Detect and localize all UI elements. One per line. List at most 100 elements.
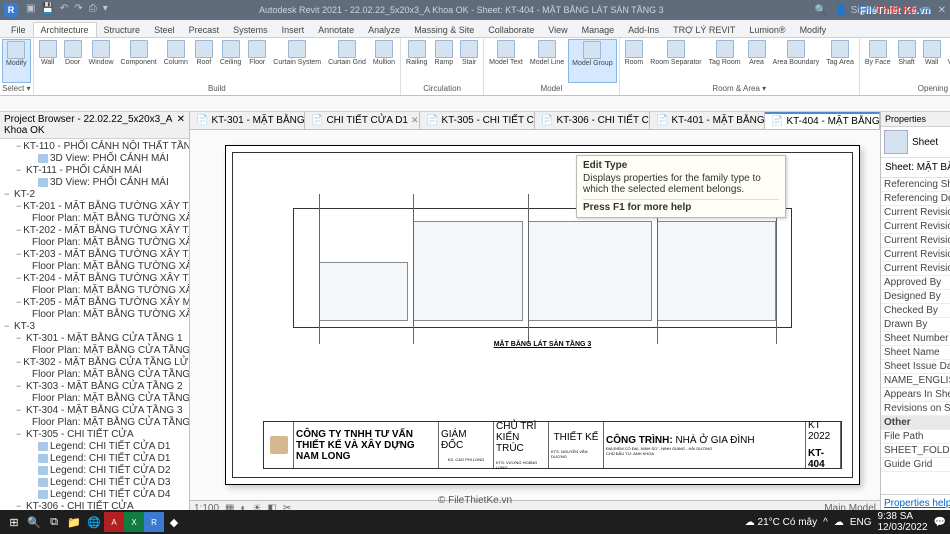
- clock[interactable]: 9:38 SA12/03/2022: [877, 511, 927, 533]
- tool-ceiling[interactable]: Ceiling: [217, 39, 244, 83]
- tool-door[interactable]: Door: [61, 39, 85, 83]
- property-row[interactable]: Guide Grid: [881, 458, 950, 472]
- ribbon-tab-annotate[interactable]: Annotate: [311, 23, 361, 37]
- property-row[interactable]: Revisions on Sh...Edit...: [881, 402, 950, 416]
- ribbon-tab-massingsite[interactable]: Massing & Site: [407, 23, 481, 37]
- ribbon-tab-analyze[interactable]: Analyze: [361, 23, 407, 37]
- property-row[interactable]: File PathG:\My Drive\4.0 ...: [881, 430, 950, 444]
- app-icon-2[interactable]: ◆: [164, 512, 184, 532]
- tree-node[interactable]: −KT-110 - PHỐI CẢNH NỘI THẤT TẦNG 3: [0, 140, 189, 152]
- tree-node[interactable]: −KT-203 - MẶT BẰNG TƯỜNG XÂY TẦNG 2: [0, 248, 189, 260]
- ribbon-tab-addins[interactable]: Add-Ins: [621, 23, 666, 37]
- ribbon-tab-trlrevit[interactable]: TRỢ LÝ REVIT: [666, 23, 742, 37]
- tree-node[interactable]: −KT-205 - MẶT BẰNG TƯỜNG XÂY MÁI: [0, 296, 189, 308]
- property-row[interactable]: Referencing Det...: [881, 192, 950, 206]
- explorer-icon[interactable]: 📁: [64, 512, 84, 532]
- property-row[interactable]: Designed ByDesigner: [881, 290, 950, 304]
- property-row[interactable]: NAME_ENGLISH: [881, 374, 950, 388]
- tree-node[interactable]: Legend: CHI TIẾT CỬA D1: [0, 440, 189, 452]
- project-tree[interactable]: −KT-110 - PHỐI CẢNH NỘI THẤT TẦNG 3 3D Vi…: [0, 139, 189, 516]
- ribbon-tab-structure[interactable]: Structure: [97, 23, 148, 37]
- tool-stair[interactable]: Stair: [457, 39, 481, 83]
- tree-node[interactable]: Legend: CHI TIẾT CỬA D3: [0, 476, 189, 488]
- doc-tab[interactable]: 📄CHI TIẾT CỬA D1✕: [305, 112, 420, 129]
- search-taskbar-icon[interactable]: 🔍: [24, 512, 44, 532]
- tree-node[interactable]: −KT-111 - PHỐI CẢNH MÁI: [0, 164, 189, 176]
- task-view-icon[interactable]: ⧉: [44, 512, 64, 532]
- tool-model-line[interactable]: Model Line: [527, 39, 567, 83]
- property-row[interactable]: Appears In She...☑: [881, 388, 950, 402]
- start-button[interactable]: ⊞: [4, 512, 24, 532]
- tool-vertical[interactable]: Vertical: [945, 39, 950, 83]
- tray-chevron-icon[interactable]: ^: [823, 517, 828, 528]
- chrome-icon[interactable]: 🌐: [84, 512, 104, 532]
- property-row[interactable]: Sheet NameMẶT BẰNG LÁT...: [881, 346, 950, 360]
- tree-node[interactable]: Floor Plan: MẶT BẰNG CỬA TẦNG 1: [0, 344, 189, 356]
- ribbon-tab-view[interactable]: View: [541, 23, 574, 37]
- tool-floor[interactable]: Floor: [245, 39, 269, 83]
- tool-tag-area[interactable]: Tag Area: [823, 39, 857, 83]
- excel-icon[interactable]: X: [124, 512, 144, 532]
- tree-node[interactable]: −KT-204 - MẶT BẰNG TƯỜNG XÂY TẦNG 3: [0, 272, 189, 284]
- property-row[interactable]: Referencing Sh...: [881, 178, 950, 192]
- notifications-icon[interactable]: 💬: [934, 517, 946, 528]
- tree-node[interactable]: Floor Plan: MẶT BẰNG TƯỜNG XÂY TẦNG LỬNG: [0, 236, 189, 248]
- tool-railing[interactable]: Railing: [403, 39, 430, 83]
- lang-indicator[interactable]: ENG: [850, 517, 872, 528]
- tool-mullion[interactable]: Mullion: [370, 39, 398, 83]
- weather-widget[interactable]: ☁ 21°C Có mây: [745, 517, 817, 528]
- tree-node[interactable]: Floor Plan: MẶT BẰNG CỬA TẦNG LỬNG: [0, 368, 189, 380]
- tree-node[interactable]: Floor Plan: MẶT BẰNG CỬA TẦNG 3: [0, 416, 189, 428]
- qat-redo-icon[interactable]: ↷: [74, 3, 82, 17]
- tree-node[interactable]: −KT-3: [0, 320, 189, 332]
- ribbon-tab-collaborate[interactable]: Collaborate: [481, 23, 541, 37]
- ribbon-tab-insert[interactable]: Insert: [275, 23, 312, 37]
- search-icon[interactable]: 🔍: [815, 5, 827, 16]
- ribbon-tab-steel[interactable]: Steel: [147, 23, 182, 37]
- tool-tag-room[interactable]: Tag Room: [706, 39, 744, 83]
- tree-node[interactable]: 3D View: PHỐI CẢNH MÁI: [0, 176, 189, 188]
- tool-modify[interactable]: Modify: [2, 39, 31, 83]
- ribbon-tab-systems[interactable]: Systems: [226, 23, 275, 37]
- ribbon-tab-precast[interactable]: Precast: [182, 23, 227, 37]
- doc-tab[interactable]: 📄KT-305 - CHI TIẾT CỬA✕: [420, 112, 535, 129]
- tool-model-text[interactable]: Model Text: [486, 39, 526, 83]
- tool-wall[interactable]: Wall: [920, 39, 944, 83]
- tool-shaft[interactable]: Shaft: [895, 39, 919, 83]
- ribbon-tab-architecture[interactable]: Architecture: [33, 22, 97, 37]
- tool-curtain-grid[interactable]: Curtain Grid: [325, 39, 369, 83]
- windows-taskbar[interactable]: ⊞ 🔍 ⧉ 📁 🌐 A X R ◆ ☁ 21°C Có mây ^ ☁ ENG …: [0, 510, 950, 534]
- doc-tab[interactable]: 📄KT-401 - MẶT BẰNG LÁT SÀN TẦ...✕: [650, 112, 765, 129]
- property-row[interactable]: Drawn ByAuthor: [881, 318, 950, 332]
- autocad-icon[interactable]: A: [104, 512, 124, 532]
- tree-node[interactable]: −KT-304 - MẶT BẰNG CỬA TẦNG 3: [0, 404, 189, 416]
- properties-list[interactable]: Referencing Sh...Referencing Det... Curre…: [881, 178, 950, 494]
- tree-node[interactable]: −KT-201 - MẶT BẰNG TƯỜNG XÂY TẦNG 1: [0, 200, 189, 212]
- doc-tab[interactable]: 📄KT-306 - CHI TIẾT CỬA✕: [535, 112, 650, 129]
- qat-undo-icon[interactable]: ↶: [60, 3, 68, 17]
- property-row[interactable]: Sheet NumberKT-404: [881, 332, 950, 346]
- property-row[interactable]: Other: [881, 416, 950, 430]
- tree-node[interactable]: Floor Plan: MẶT BẰNG TƯỜNG XÂY TẦNG 3: [0, 284, 189, 296]
- ribbon-tab-file[interactable]: File: [4, 23, 33, 37]
- revit-taskbar-icon[interactable]: R: [144, 512, 164, 532]
- tree-node[interactable]: −KT-303 - MẶT BẰNG CỬA TẦNG 2: [0, 380, 189, 392]
- qat-open-icon[interactable]: ▣: [26, 3, 35, 17]
- tool-by-face[interactable]: By Face: [862, 39, 894, 83]
- tool-room-separator[interactable]: Room Separator: [647, 39, 704, 83]
- property-row[interactable]: Current Revisio...: [881, 248, 950, 262]
- ribbon-tab-manage[interactable]: Manage: [575, 23, 622, 37]
- tool-curtain-system[interactable]: Curtain System: [270, 39, 324, 83]
- property-row[interactable]: Current Revisio...: [881, 234, 950, 248]
- doc-tab[interactable]: 📄KT-404 - MẶT BẰNG LÁT SÀN T...✕: [765, 112, 880, 129]
- doc-tab[interactable]: 📄KT-301 - MẶT BẰNG CỬA TẦNG 1✕: [190, 112, 305, 129]
- tree-node[interactable]: −KT-2: [0, 188, 189, 200]
- property-row[interactable]: Current Revisio...: [881, 220, 950, 234]
- property-row[interactable]: Current Revision: [881, 262, 950, 276]
- tree-node[interactable]: −KT-305 - CHI TIẾT CỬA: [0, 428, 189, 440]
- property-row[interactable]: SHEET_FOLDER: [881, 444, 950, 458]
- ribbon-tab-modify[interactable]: Modify: [793, 23, 834, 37]
- tool-component[interactable]: Component: [118, 39, 160, 83]
- property-row[interactable]: Sheet Issue Date03/04/22: [881, 360, 950, 374]
- property-row[interactable]: Approved ByApprover: [881, 276, 950, 290]
